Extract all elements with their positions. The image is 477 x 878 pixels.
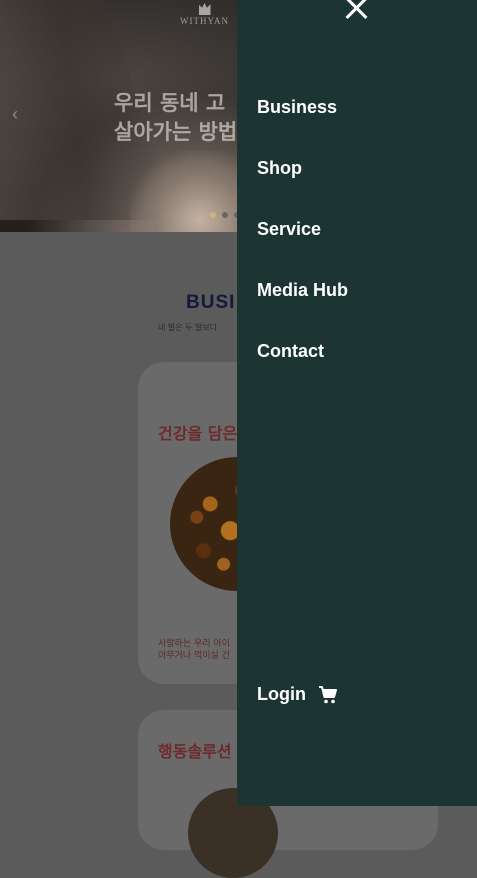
business-section-title: BUSI bbox=[186, 292, 236, 313]
card-title: 행동솔루션 bbox=[158, 742, 232, 761]
business-section-subtitle: 네 발은 두 발보다 bbox=[158, 323, 218, 332]
slider-dots bbox=[210, 212, 240, 218]
slider-dot[interactable] bbox=[210, 212, 216, 218]
drawer-nav-list: Business Shop Service Media Hub Contact bbox=[257, 96, 348, 401]
chevron-left-icon[interactable]: ‹ bbox=[12, 104, 30, 124]
hero-title: 우리 동네 고 살아가는 방법 bbox=[114, 91, 238, 144]
card-description: 사랑하는 우리 아이 아무거나 먹이실 건 bbox=[158, 639, 230, 661]
slider-dot[interactable] bbox=[222, 212, 228, 218]
logo-text: WITHYAN bbox=[180, 16, 229, 26]
card-title: 건강을 담은 bbox=[158, 424, 238, 443]
drawer-footer: Login bbox=[257, 684, 338, 705]
cart-icon[interactable] bbox=[318, 685, 338, 705]
nav-item-contact[interactable]: Contact bbox=[257, 340, 348, 401]
nav-item-service[interactable]: Service bbox=[257, 218, 348, 279]
nav-item-shop[interactable]: Shop bbox=[257, 157, 348, 218]
site-logo[interactable]: WITHYAN bbox=[180, 3, 229, 26]
close-icon[interactable] bbox=[344, 0, 368, 20]
login-link[interactable]: Login bbox=[257, 684, 306, 705]
side-nav-drawer: Business Shop Service Media Hub Contact … bbox=[237, 0, 477, 806]
nav-item-business[interactable]: Business bbox=[257, 96, 348, 157]
nav-item-media-hub[interactable]: Media Hub bbox=[257, 279, 348, 340]
logo-icon bbox=[198, 3, 211, 15]
